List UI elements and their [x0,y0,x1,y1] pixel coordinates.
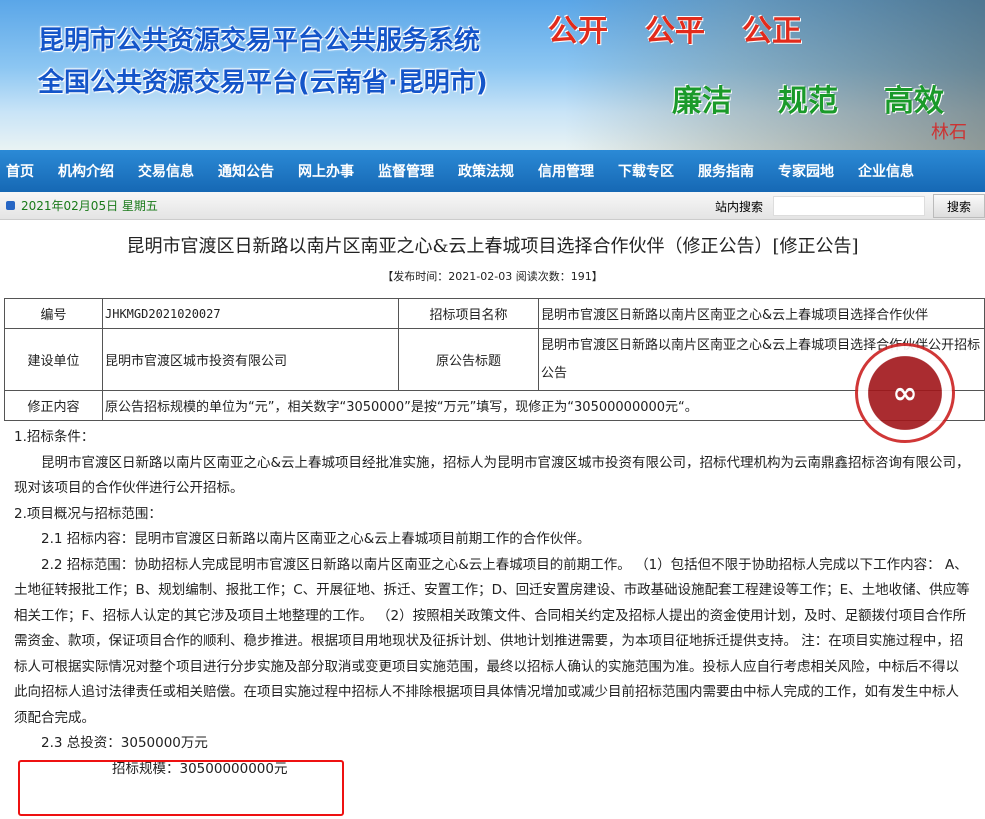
section-heading: 1.招标条件： [14,429,95,445]
paragraph: 2.2 招标范围：协助招标人完成昆明市官渡区日新路以南片区南亚之心&云上春城项目… [14,556,970,726]
slogan: 公平 [645,14,705,49]
current-date: 2021年02月05日 星期五 [21,199,158,213]
cell-label: 原公告标题 [398,328,539,391]
nav-about[interactable]: 机构介绍 [58,161,114,181]
nav-policy[interactable]: 政策法规 [458,161,514,181]
paragraph: 昆明市官渡区日新路以南片区南亚之心&云上春城项目经批准实施，招标人为昆明市官渡区… [14,454,970,497]
site-subtitle: 全国公共资源交易平台(云南省·昆明市) [38,68,488,98]
main-nav: 首页 机构介绍 交易信息 通知公告 网上办事 监督管理 政策法规 信用管理 下载… [0,150,985,192]
section-heading: 2.项目概况与招标范围： [14,505,162,522]
search-button[interactable]: 搜索 [933,194,985,218]
search-label: 站内搜索 [714,199,763,214]
cell-value: 昆明市官渡区日新路以南片区南亚之心&云上春城项目选择合作伙伴 [538,298,985,329]
slogan: 公开 [548,14,608,49]
nav-supervision[interactable]: 监督管理 [378,161,434,181]
search-input[interactable] [773,196,925,216]
slogan: 廉洁 [672,84,732,119]
slogan: 高效 [884,84,944,119]
nav-notices[interactable]: 通知公告 [218,161,274,181]
cell-value: 昆明市官渡区城市投资有限公司 [102,328,399,391]
nav-trade-info[interactable]: 交易信息 [138,161,194,181]
article-body: 1.招标条件： 昆明市官渡区日新路以南片区南亚之心&云上春城项目经批准实施，招标… [0,421,985,782]
nav-online[interactable]: 网上办事 [298,161,354,181]
nav-home[interactable]: 首页 [6,161,34,181]
date-bar: 2021年02月05日 星期五 站内搜索 搜索 [0,192,985,220]
article-meta: 【发布时间：2021-02-03 阅读次数：191】 [382,270,603,283]
cell-value: 原公告招标规模的单位为“元”，相关数字“3050000”是按“万元”填写，现修正… [102,390,985,421]
site-title: 昆明市公共资源交易平台公共服务系统 [38,26,481,56]
stamp-text: 林石 [931,122,967,143]
nav-download[interactable]: 下载专区 [618,161,674,181]
cell-label: 建设单位 [4,328,103,391]
slogan: 公正 [742,14,802,49]
table-row: 编号 JHKMGD2021020027 招标项目名称 昆明市官渡区日新路以南片区… [4,298,985,329]
info-table: 编号 JHKMGD2021020027 招标项目名称 昆明市官渡区日新路以南片区… [4,298,985,421]
nav-credit[interactable]: 信用管理 [538,161,594,181]
highlight-box [18,760,344,816]
cell-value: JHKMGD2021020027 [102,298,399,329]
table-row: 建设单位 昆明市官渡区城市投资有限公司 原公告标题 昆明市官渡区日新路以南片区南… [4,328,985,391]
bullet-icon [6,201,15,210]
nav-experts[interactable]: 专家园地 [778,161,834,181]
table-row: 修正内容 原公告招标规模的单位为“元”，相关数字“3050000”是按“万元”填… [4,390,985,421]
nav-guide[interactable]: 服务指南 [698,161,754,181]
total-investment: 2.3 总投资：3050000万元 [41,735,208,751]
nav-enterprise[interactable]: 企业信息 [858,161,914,181]
slogan: 规范 [778,84,838,119]
cell-label: 编号 [4,298,103,329]
article-title: 昆明市官渡区日新路以南片区南亚之心&云上春城项目选择合作伙伴（修正公告）[修正公… [126,236,859,257]
cell-label: 修正内容 [4,390,103,421]
seal-logo: ∞ [855,343,955,443]
paragraph: 2.1 招标内容：昆明市官渡区日新路以南片区南亚之心&云上春城项目前期工作的合作… [41,531,591,547]
cell-label: 招标项目名称 [398,298,539,329]
header-banner: 昆明市公共资源交易平台公共服务系统 全国公共资源交易平台(云南省·昆明市) 公开… [0,0,985,150]
